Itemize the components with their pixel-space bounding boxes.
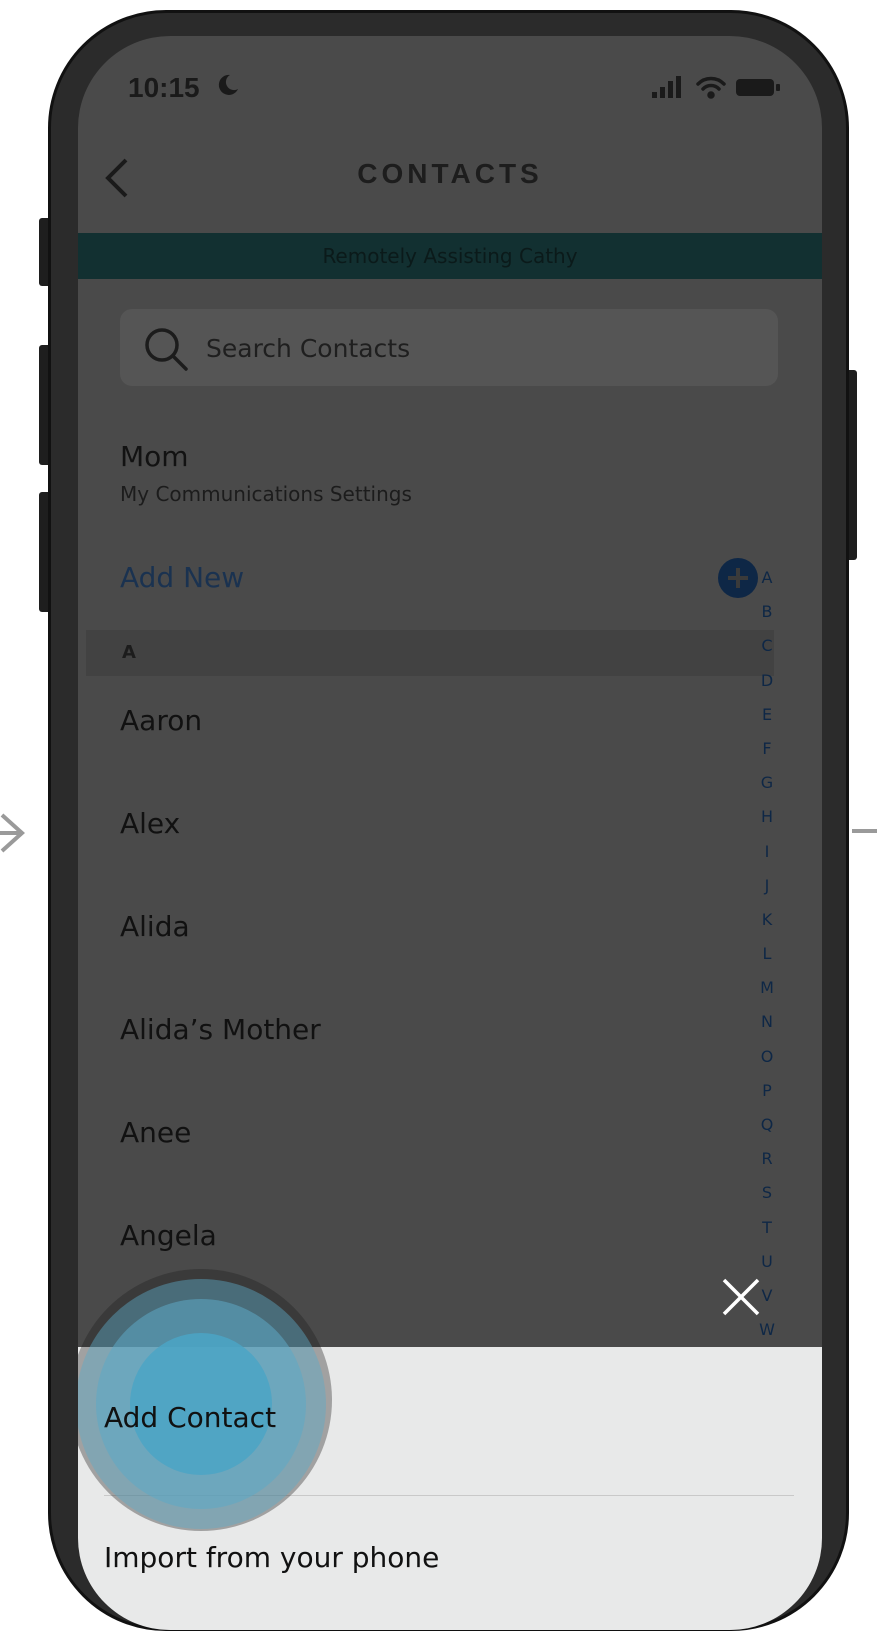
section-letter: A [122, 642, 136, 663]
alphabet-letter[interactable]: R [756, 1142, 778, 1176]
arrow-right-icon [0, 813, 25, 853]
add-new-link[interactable]: Add New [120, 561, 244, 594]
alphabet-letter[interactable]: Q [756, 1108, 778, 1142]
contact-item[interactable]: Alida [120, 910, 190, 943]
add-contact-label-overlay[interactable]: Add Contact [104, 1401, 276, 1434]
section-header: A [86, 630, 774, 676]
my-profile-name[interactable]: Mom [120, 440, 189, 473]
contact-item[interactable]: Alex [120, 807, 180, 840]
connector-line [852, 829, 877, 833]
alphabet-index[interactable]: A B C D E F G H I J K L M N O P Q R S T … [756, 561, 778, 1347]
status-time: 10:15 [128, 72, 200, 103]
contact-item[interactable]: Angela [120, 1219, 217, 1252]
alphabet-letter[interactable]: L [756, 937, 778, 971]
alphabet-letter[interactable]: T [756, 1211, 778, 1245]
alphabet-letter[interactable]: D [756, 664, 778, 698]
alphabet-letter[interactable]: K [756, 903, 778, 937]
page-title: CONTACTS [357, 158, 543, 189]
alphabet-letter[interactable]: F [756, 732, 778, 766]
battery-icon [736, 79, 780, 96]
phone-screen: 10:15 CONTACTS Remotely Assisting Cathy [78, 36, 822, 1630]
alphabet-letter[interactable]: J [756, 869, 778, 903]
alphabet-letter[interactable]: O [756, 1040, 778, 1074]
status-icons [652, 76, 780, 99]
alphabet-letter[interactable]: A [756, 561, 778, 595]
search-icon [145, 328, 188, 371]
alphabet-letter[interactable]: E [756, 698, 778, 732]
alphabet-letter[interactable]: N [756, 1005, 778, 1039]
alphabet-letter[interactable]: P [756, 1074, 778, 1108]
close-icon[interactable] [718, 1274, 764, 1320]
import-from-phone-option[interactable]: Import from your phone [104, 1541, 439, 1574]
search-input[interactable] [204, 309, 748, 388]
contact-item[interactable]: Anee [120, 1116, 191, 1149]
alphabet-letter[interactable]: H [756, 800, 778, 834]
alphabet-letter[interactable]: M [756, 971, 778, 1005]
alphabet-letter[interactable]: B [756, 595, 778, 629]
contact-item[interactable]: Aaron [120, 704, 202, 737]
wifi-icon [696, 76, 726, 99]
alphabet-letter[interactable]: S [756, 1176, 778, 1210]
signal-icon [652, 76, 681, 98]
alphabet-letter[interactable]: C [756, 629, 778, 663]
remote-assist-banner: Remotely Assisting Cathy [78, 233, 822, 279]
search-bar[interactable] [120, 309, 778, 388]
my-profile-subtitle[interactable]: My Communications Settings [120, 482, 412, 506]
alphabet-letter[interactable]: I [756, 835, 778, 869]
moon-icon [218, 74, 238, 95]
add-new-button[interactable] [718, 558, 758, 598]
plus-icon [728, 568, 748, 588]
contact-item[interactable]: Alida’s Mother [120, 1013, 321, 1046]
alphabet-letter[interactable]: G [756, 766, 778, 800]
